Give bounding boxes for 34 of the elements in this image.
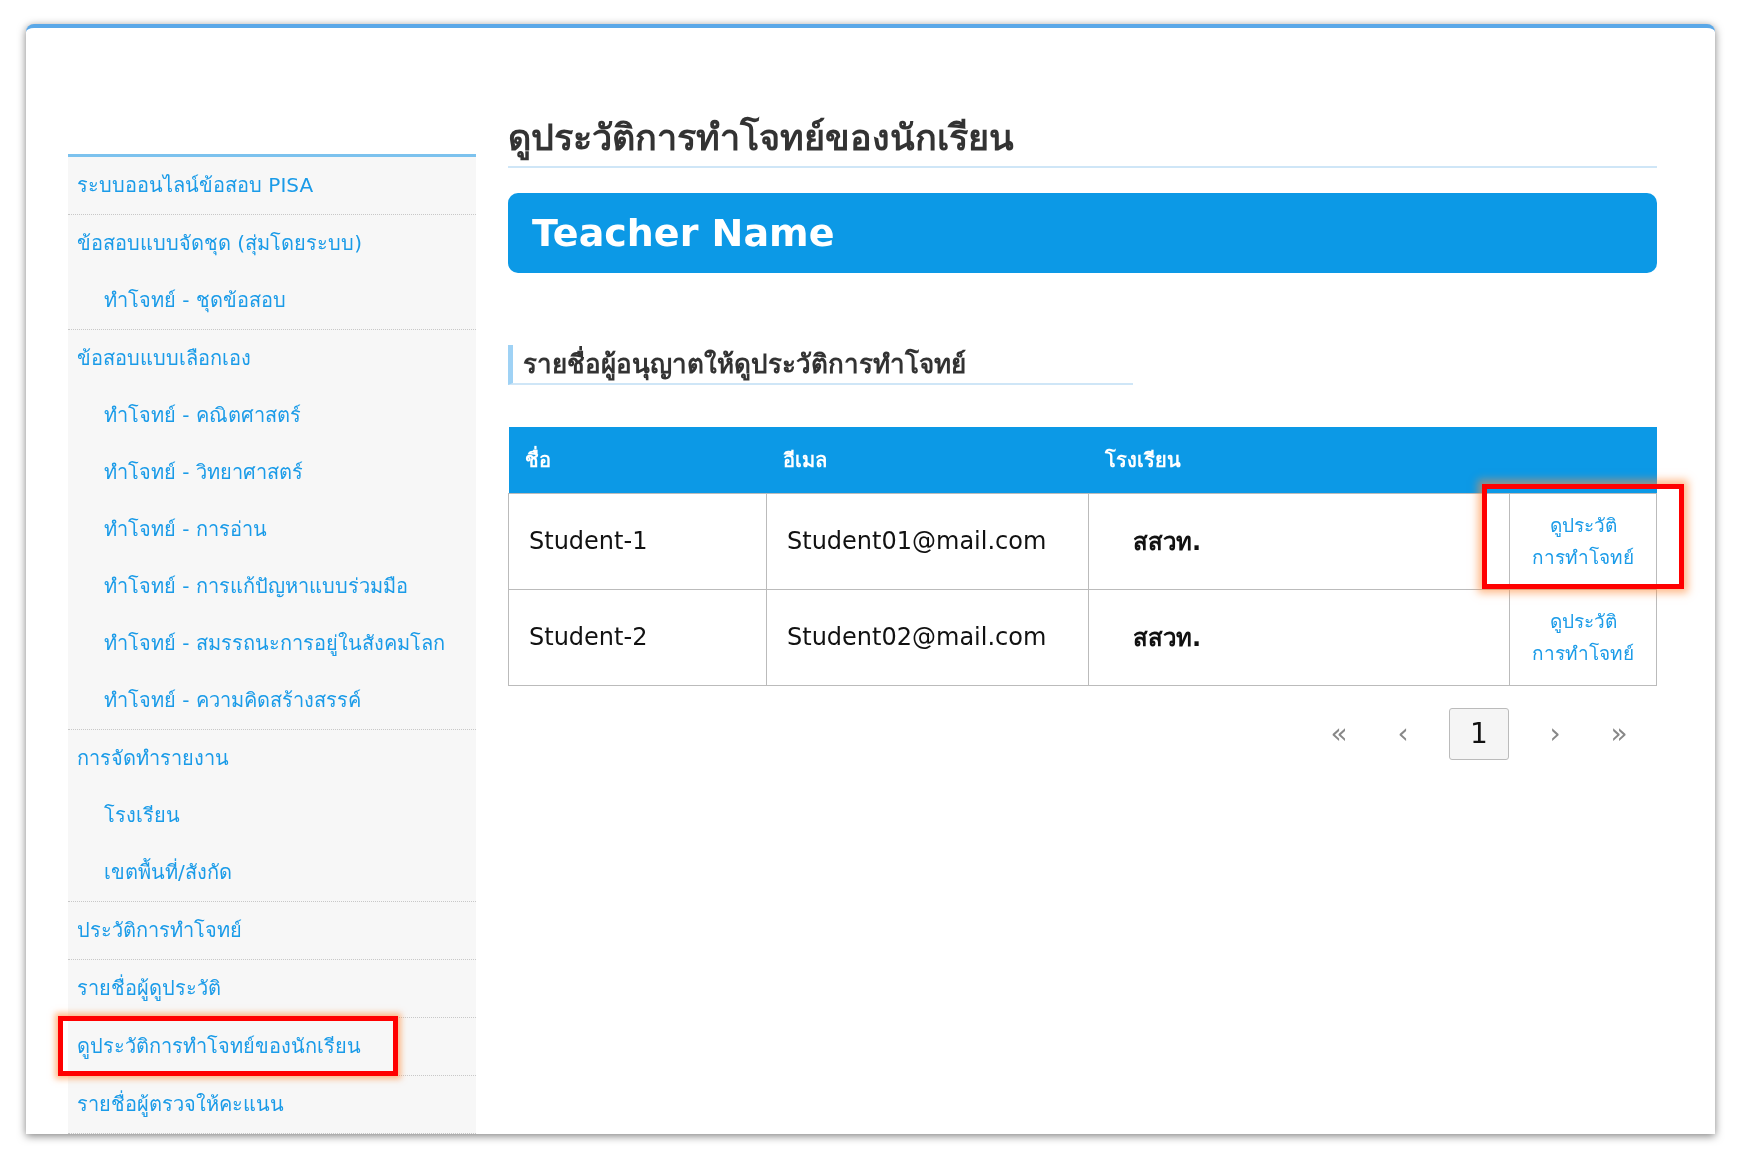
sidebar-sublink[interactable]: ทำโจทย์ - สมรรถนะการอยู่ในสังคมโลก bbox=[68, 615, 445, 672]
column-header: ชื่อ bbox=[524, 447, 551, 472]
sidebar-sublink[interactable]: โรงเรียน bbox=[68, 787, 180, 844]
column-header: โรงเรียน bbox=[1104, 447, 1181, 472]
sidebar-link[interactable]: การจัดทำรายงาน bbox=[68, 730, 229, 787]
sidebar-link[interactable]: ดูประวัติการทำโจทย์ของนักเรียน bbox=[68, 1018, 361, 1075]
table-cell: สสวท. bbox=[1088, 589, 1510, 685]
page-link[interactable]: › bbox=[1537, 717, 1573, 750]
sidebar-sublink[interactable]: เขตพื้นที่/สังกัด bbox=[68, 844, 232, 901]
page-title: ดูประวัติการทำโจทย์ของนักเรียน bbox=[508, 112, 1657, 168]
sidebar-link[interactable]: ระบบออนไลน์ข้อสอบ PISA bbox=[68, 157, 314, 214]
sidebar-sublink[interactable]: ทำโจทย์ - การอ่าน bbox=[68, 501, 267, 558]
sidebar-sublink[interactable]: ทำโจทย์ - ความคิดสร้างสรรค์ bbox=[68, 672, 361, 729]
sidebar-sublink[interactable]: ทำโจทย์ - ชุดข้อสอบ bbox=[68, 272, 286, 329]
table-cell: Student-2 bbox=[508, 589, 767, 685]
teacher-name-banner: Teacher Name bbox=[508, 193, 1657, 273]
sidebar-sublink[interactable]: ทำโจทย์ - วิทยาศาสตร์ bbox=[68, 444, 303, 501]
section-heading: รายชื่อผู้อนุญาตให้ดูประวัติการทำโจทย์ bbox=[508, 345, 1133, 385]
sidebar-link[interactable]: รายชื่อผู้ตรวจให้คะแนน bbox=[68, 1076, 284, 1133]
sidebar-link[interactable]: ประวัติการทำโจทย์ bbox=[68, 902, 242, 959]
table-cell: สสวท. bbox=[1088, 493, 1510, 589]
sidebar-sublink[interactable]: ทำโจทย์ - คณิตศาสตร์ bbox=[68, 387, 301, 444]
column-header: อีเมล bbox=[782, 447, 827, 472]
table-cell: Student01@mail.com bbox=[766, 493, 1089, 589]
table-cell: Student02@mail.com bbox=[766, 589, 1089, 685]
page-number-button[interactable]: 1 bbox=[1449, 707, 1509, 760]
page-link[interactable]: » bbox=[1601, 717, 1637, 750]
sidebar-link[interactable]: ข้อสอบแบบจัดชุด (สุ่มโดยระบบ) bbox=[68, 215, 362, 272]
sidebar-sublink[interactable]: ทำโจทย์ - การแก้ปัญหาแบบร่วมมือ bbox=[68, 558, 408, 615]
page-link[interactable]: ‹ bbox=[1385, 717, 1421, 750]
sidebar-link[interactable]: ข้อสอบแบบเลือกเอง bbox=[68, 330, 251, 387]
table-cell: Student-1 bbox=[508, 493, 767, 589]
sidebar-link[interactable]: รายชื่อผู้ดูประวัติ bbox=[68, 960, 221, 1017]
page-link[interactable]: « bbox=[1321, 717, 1357, 750]
